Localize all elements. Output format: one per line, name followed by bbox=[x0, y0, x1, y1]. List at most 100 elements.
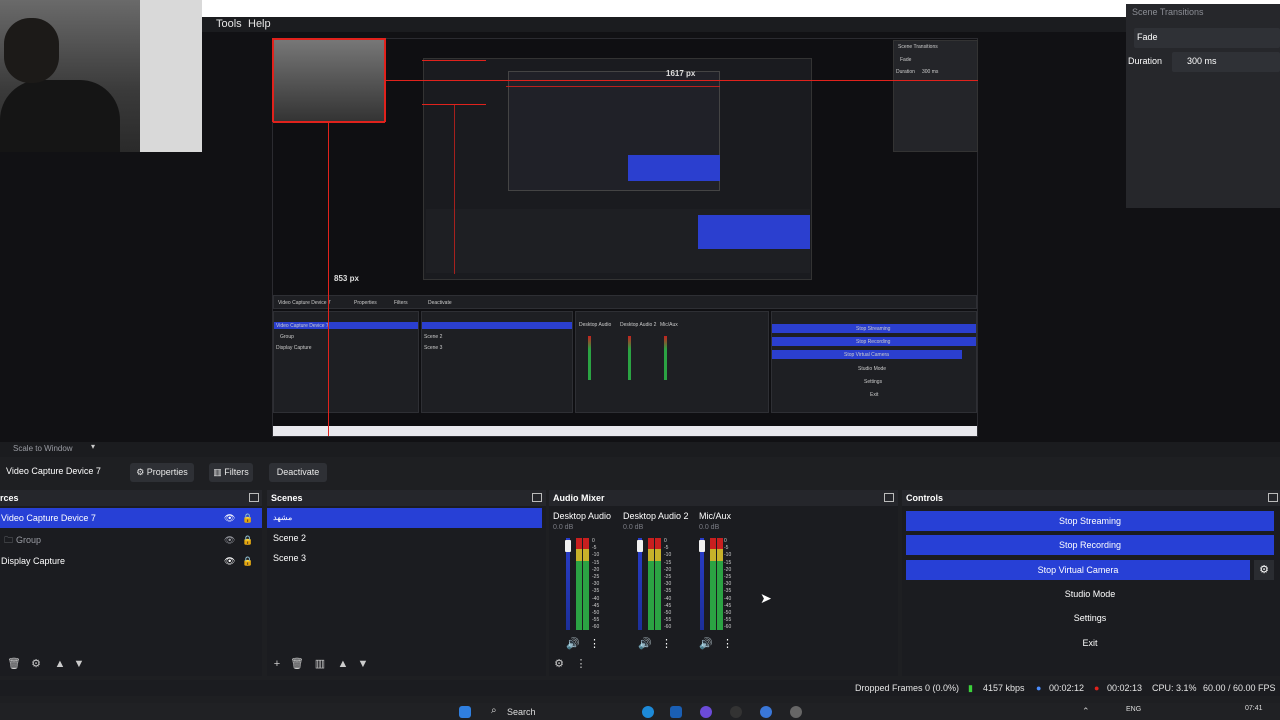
nested-sel-top bbox=[422, 60, 486, 61]
studio-mode-button[interactable]: Studio Mode bbox=[906, 584, 1274, 604]
taskbar-search[interactable]: Search bbox=[507, 707, 536, 717]
settings-gear-icon[interactable] bbox=[790, 706, 802, 718]
folder-icon: 🗀 bbox=[4, 535, 14, 545]
undock-icon[interactable] bbox=[1268, 493, 1278, 502]
db-tick-label: -45 bbox=[664, 602, 672, 609]
scale-bar: Scale to Window ▾ bbox=[0, 442, 1280, 457]
db-tick-label: -25 bbox=[592, 574, 600, 581]
store-icon[interactable] bbox=[670, 706, 682, 718]
move-down-icon[interactable]: ▼ bbox=[73, 658, 85, 670]
nested-meter-2 bbox=[628, 336, 631, 380]
move-down-icon[interactable]: ▼ bbox=[357, 658, 369, 670]
virtual-camera-gear-icon[interactable]: ⚙ bbox=[1254, 560, 1274, 580]
volume-knob-1[interactable] bbox=[565, 540, 571, 552]
db-tick-label: -15 bbox=[724, 559, 732, 566]
eye-icon[interactable]: 👁 bbox=[224, 508, 235, 528]
source-row-video-capture[interactable]: Video Capture Device 7 👁 🔒 bbox=[0, 508, 262, 528]
channel-menu-icon[interactable]: ⋮ bbox=[661, 637, 672, 650]
db-tick-label: -60 bbox=[724, 624, 732, 631]
nested-scenes-dock: Scene 2 Scene 3 bbox=[421, 311, 573, 413]
cpu-usage: CPU: 3.1% bbox=[1152, 683, 1197, 693]
obs-icon[interactable] bbox=[730, 706, 742, 718]
nested-mixer-dock: Desktop Audio Desktop Audio 2 Mic/Aux bbox=[575, 311, 769, 413]
db-tick-label: 0 bbox=[592, 538, 595, 544]
db-tick-label: -40 bbox=[724, 595, 732, 602]
volume-knob-3[interactable] bbox=[699, 540, 705, 552]
source-toolbar: Video Capture Device 7 ⚙ Properties ▥ Fi… bbox=[0, 457, 1280, 485]
chrome-icon[interactable] bbox=[760, 706, 772, 718]
search-icon[interactable]: ⌕ bbox=[491, 705, 497, 716]
menu-help[interactable]: Help bbox=[248, 17, 271, 32]
edge-icon[interactable] bbox=[642, 706, 654, 718]
stop-recording-button[interactable]: Stop Recording bbox=[906, 535, 1274, 555]
lock-icon[interactable]: 🔒 bbox=[242, 530, 253, 550]
undock-icon[interactable] bbox=[249, 493, 259, 502]
level-meter-2 bbox=[648, 538, 654, 630]
stop-virtual-camera-button[interactable]: Stop Virtual Camera bbox=[906, 560, 1250, 580]
channel-menu-icon[interactable]: ⋮ bbox=[589, 637, 600, 650]
filters-button[interactable]: ▥ Filters bbox=[209, 463, 253, 482]
undock-icon[interactable] bbox=[884, 493, 894, 502]
trash-icon[interactable]: 🗑 bbox=[290, 658, 304, 670]
transition-select[interactable]: Fade bbox=[1134, 28, 1280, 48]
speaker-icon[interactable]: 🔊 bbox=[638, 637, 652, 650]
source-row-group[interactable]: 🗀 Group 👁 🔒 bbox=[0, 530, 262, 550]
settings-button[interactable]: Settings bbox=[906, 608, 1274, 628]
db-tick-label: 0 bbox=[724, 538, 727, 544]
chevron-down-icon[interactable]: ▾ bbox=[91, 442, 95, 451]
volume-knob-2[interactable] bbox=[637, 540, 643, 552]
db-tick-label: -60 bbox=[592, 624, 600, 631]
deactivate-button[interactable]: Deactivate bbox=[269, 463, 327, 482]
nested-sel-bottom bbox=[422, 104, 486, 105]
trash-icon[interactable]: 🗑 bbox=[7, 658, 21, 670]
exit-button[interactable]: Exit bbox=[906, 633, 1274, 653]
controls-title-bar: Controls bbox=[902, 490, 1280, 506]
selected-source-name: Video Capture Device 7 bbox=[6, 466, 101, 476]
move-up-icon[interactable]: ▲ bbox=[337, 658, 349, 670]
scene-row-2[interactable]: Scene 2 bbox=[267, 528, 546, 548]
nested-deep-blue bbox=[628, 155, 720, 181]
stop-streaming-button[interactable]: Stop Streaming bbox=[906, 511, 1274, 531]
lock-icon[interactable]: 🔒 bbox=[242, 508, 253, 528]
db-tick-label: -10 bbox=[724, 552, 732, 559]
undock-icon[interactable] bbox=[532, 493, 542, 502]
source-row-display-capture[interactable]: Display Capture 👁 🔒 bbox=[0, 551, 262, 571]
menu-tools[interactable]: Tools bbox=[216, 17, 242, 32]
db-tick-label: -55 bbox=[724, 617, 732, 624]
db-tick-label: -30 bbox=[724, 581, 732, 588]
level-meter-3b bbox=[717, 538, 723, 630]
speaker-icon[interactable]: 🔊 bbox=[699, 637, 713, 650]
eye-hidden-icon[interactable]: 👁 bbox=[224, 530, 235, 550]
db-tick-label: -20 bbox=[592, 566, 600, 573]
filter-icon[interactable]: ▥ bbox=[314, 658, 326, 670]
scene-row-3[interactable]: Scene 3 bbox=[267, 548, 546, 568]
mixer-menu-icon[interactable]: ⋮ bbox=[575, 658, 587, 670]
gear-icon[interactable]: ⚙ bbox=[30, 658, 42, 670]
level-meter-3 bbox=[710, 538, 716, 630]
mixer-settings-gear-icon[interactable]: ⚙ bbox=[553, 658, 565, 670]
windows-start-icon[interactable] bbox=[459, 706, 471, 718]
scene-row-1[interactable]: مشهد bbox=[267, 508, 542, 528]
stream-time: 00:02:12 bbox=[1049, 683, 1085, 693]
properties-button[interactable]: ⚙ Properties bbox=[130, 463, 194, 482]
duration-input[interactable]: 300 ms bbox=[1172, 52, 1280, 72]
discord-icon[interactable] bbox=[700, 706, 712, 718]
measure-label-height: 853 px bbox=[334, 274, 359, 283]
db-tick-label: 0 bbox=[664, 538, 667, 544]
speaker-icon[interactable]: 🔊 bbox=[566, 637, 580, 650]
clock[interactable]: 07:41 bbox=[1245, 705, 1263, 712]
db-tick-label: -10 bbox=[592, 552, 600, 559]
scale-to-window-select[interactable]: Scale to Window bbox=[13, 444, 73, 453]
level-meter-1b bbox=[583, 538, 589, 630]
tray-chevron-icon[interactable]: ⌃ bbox=[1082, 706, 1090, 717]
source-label: Video Capture Device 7 bbox=[1, 513, 96, 523]
move-up-icon[interactable]: ▲ bbox=[54, 658, 66, 670]
nested-ctrl-4: Studio Mode bbox=[858, 366, 887, 372]
channel-2-db: 0.0 dB bbox=[623, 524, 644, 531]
eye-icon[interactable]: 👁 bbox=[224, 551, 235, 571]
add-icon[interactable]: + bbox=[271, 658, 283, 670]
language-indicator[interactable]: ENG bbox=[1126, 706, 1141, 713]
channel-menu-icon[interactable]: ⋮ bbox=[722, 637, 733, 650]
lock-icon[interactable]: 🔒 bbox=[242, 551, 253, 571]
selection-box-bottom bbox=[272, 121, 386, 122]
